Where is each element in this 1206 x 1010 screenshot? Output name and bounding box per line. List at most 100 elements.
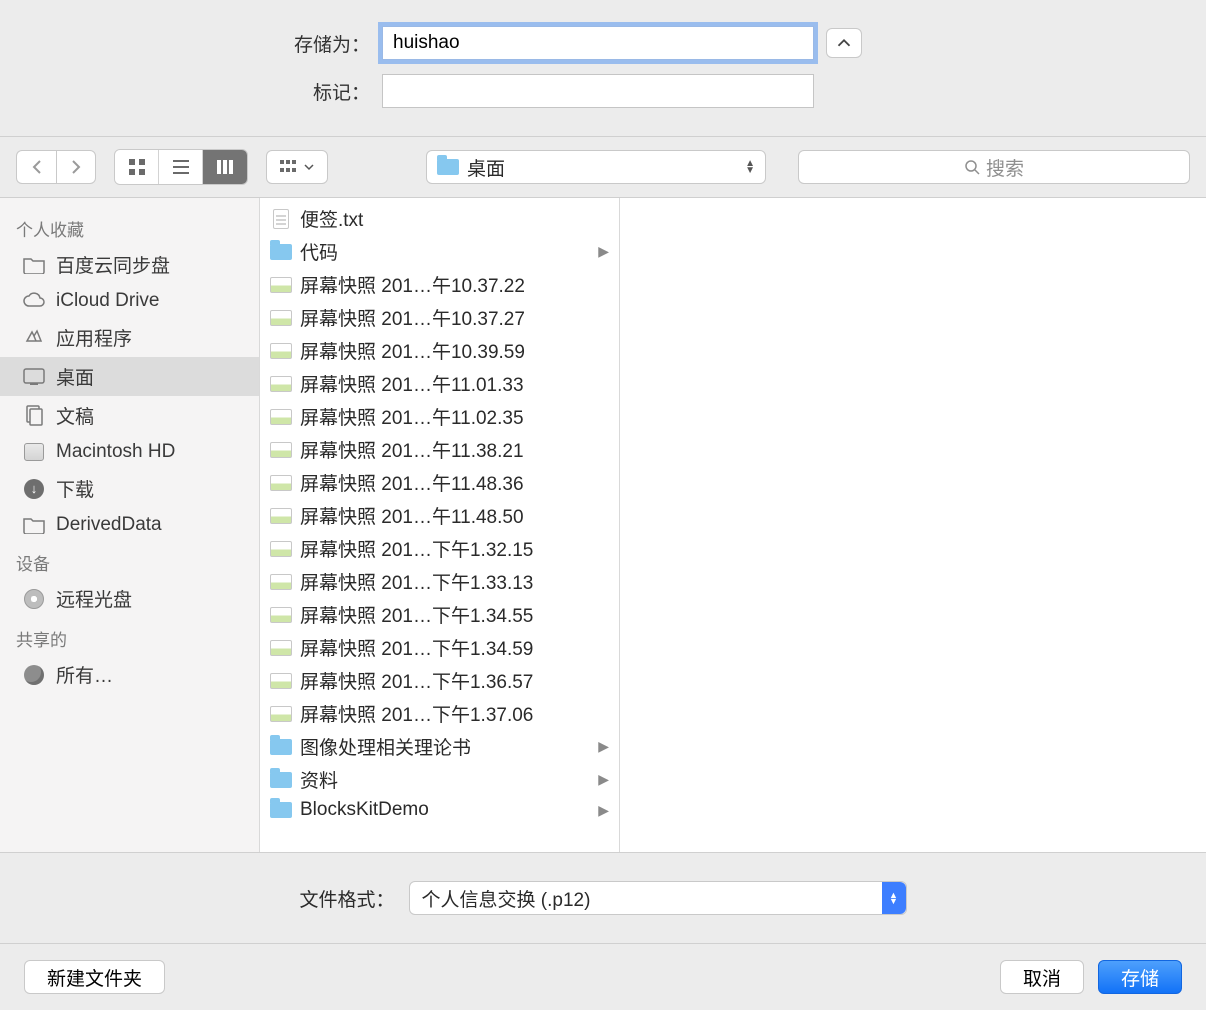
file-row[interactable]: 屏幕快照 201…下午1.33.13 [260, 565, 619, 598]
download-icon: ↓ [22, 479, 46, 499]
file-row[interactable]: 代码 ▶ [260, 235, 619, 268]
back-button[interactable] [16, 150, 56, 184]
chevron-down-icon [304, 163, 314, 171]
sidebar-item[interactable]: iCloud Drive [0, 284, 259, 318]
image-file-icon [270, 406, 292, 428]
sidebar-item[interactable]: 桌面 [0, 357, 259, 396]
file-name: 屏幕快照 201…午11.01.33 [300, 370, 609, 397]
folder-icon [437, 159, 459, 175]
file-name: 屏幕快照 201…下午1.36.57 [300, 667, 609, 694]
chevron-right-icon: ▶ [598, 802, 609, 819]
chevron-left-icon [31, 159, 43, 175]
search-field[interactable]: 搜索 [798, 150, 1190, 184]
format-select[interactable]: 个人信息交换 (.p12) ▲▼ [409, 881, 907, 915]
cancel-button[interactable]: 取消 [1000, 960, 1084, 994]
file-row[interactable]: 屏幕快照 201…午11.48.50 [260, 499, 619, 532]
file-row[interactable]: 屏幕快照 201…午10.37.22 [260, 268, 619, 301]
file-row[interactable]: 屏幕快照 201…午11.01.33 [260, 367, 619, 400]
sidebar-item-label: 应用程序 [56, 324, 132, 351]
file-column-empty [620, 198, 1206, 852]
sidebar-item[interactable]: 应用程序 [0, 318, 259, 357]
file-name: 屏幕快照 201…午10.37.22 [300, 271, 609, 298]
tags-input[interactable] [382, 74, 814, 108]
sidebar: 个人收藏百度云同步盘 iCloud Drive 应用程序桌面文稿 Macintosh … [0, 198, 260, 852]
folder-icon [270, 241, 292, 263]
file-row[interactable]: 屏幕快照 201…午10.39.59 [260, 334, 619, 367]
sidebar-item[interactable]: 百度云同步盘 [0, 245, 259, 284]
file-row[interactable]: 屏幕快照 201…午10.37.27 [260, 301, 619, 334]
sidebar-item[interactable]: Macintosh HD [0, 435, 259, 469]
save-as-input[interactable] [382, 26, 814, 60]
file-name: BlocksKitDemo [300, 799, 590, 821]
format-section: 文件格式： 个人信息交换 (.p12) ▲▼ [0, 852, 1206, 943]
desktop-icon [22, 367, 46, 387]
tags-label: 标记： [0, 78, 370, 105]
file-row[interactable]: 屏幕快照 201…下午1.36.57 [260, 664, 619, 697]
file-row[interactable]: 屏幕快照 201…下午1.34.55 [260, 598, 619, 631]
file-row[interactable]: 屏幕快照 201…午11.48.36 [260, 466, 619, 499]
sidebar-item[interactable]: 远程光盘 [0, 579, 259, 618]
forward-button[interactable] [56, 150, 96, 184]
file-row[interactable]: 屏幕快照 201…下午1.32.15 [260, 532, 619, 565]
new-folder-button[interactable]: 新建文件夹 [24, 960, 165, 994]
sidebar-item[interactable]: 所有… [0, 655, 259, 694]
apps-icon [22, 328, 46, 348]
file-row[interactable]: 屏幕快照 201…午11.02.35 [260, 400, 619, 433]
file-name: 代码 [300, 238, 590, 265]
file-name: 屏幕快照 201…午11.38.21 [300, 436, 609, 463]
image-file-icon [270, 571, 292, 593]
sidebar-item-label: DerivedData [56, 514, 162, 536]
sidebar-item[interactable]: DerivedData [0, 508, 259, 542]
sidebar-item-label: Macintosh HD [56, 441, 175, 463]
file-name: 屏幕快照 201…下午1.33.13 [300, 568, 609, 595]
sidebar-item-label: 百度云同步盘 [56, 251, 170, 278]
collapse-button[interactable] [826, 28, 862, 58]
image-file-icon [270, 307, 292, 329]
folder-icon [270, 799, 292, 821]
file-browser: 个人收藏百度云同步盘 iCloud Drive 应用程序桌面文稿 Macintosh … [0, 198, 1206, 852]
arrange-icon [280, 159, 300, 175]
chevron-right-icon [70, 159, 82, 175]
file-name: 屏幕快照 201…午11.02.35 [300, 403, 609, 430]
save-button[interactable]: 存储 [1098, 960, 1182, 994]
column-view-button[interactable] [203, 150, 247, 184]
sidebar-item-label: 桌面 [56, 363, 94, 390]
sidebar-section-header: 个人收藏 [0, 208, 259, 245]
arrange-button[interactable] [266, 150, 328, 184]
chevron-right-icon: ▶ [598, 243, 609, 260]
sidebar-item[interactable]: ↓下载 [0, 469, 259, 508]
image-file-icon [270, 373, 292, 395]
docs-icon [22, 406, 46, 426]
file-name: 屏幕快照 201…午10.39.59 [300, 337, 609, 364]
image-file-icon [270, 472, 292, 494]
image-file-icon [270, 670, 292, 692]
image-file-icon [270, 637, 292, 659]
disc-icon [22, 589, 46, 609]
image-file-icon [270, 703, 292, 725]
file-row[interactable]: 图像处理相关理论书▶ [260, 730, 619, 763]
file-column: 便签.txt 代码 ▶ 屏幕快照 201…午10.37.22 屏幕快照 201…午10.… [260, 198, 620, 852]
icon-view-button[interactable] [115, 150, 159, 184]
image-file-icon [270, 604, 292, 626]
file-row[interactable]: BlocksKitDemo ▶ [260, 796, 619, 824]
sidebar-item[interactable]: 文稿 [0, 396, 259, 435]
sidebar-item-label: 文稿 [56, 402, 94, 429]
file-row[interactable]: 屏幕快照 201…下午1.34.59 [260, 631, 619, 664]
file-name: 屏幕快照 201…下午1.37.06 [300, 700, 609, 727]
list-view-button[interactable] [159, 150, 203, 184]
location-popup[interactable]: 桌面 ▲▼ [426, 150, 766, 184]
view-mode-group [114, 149, 248, 185]
updown-icon: ▲▼ [745, 160, 755, 174]
image-file-icon [270, 274, 292, 296]
location-label: 桌面 [467, 154, 505, 181]
file-row[interactable]: 便签.txt [260, 202, 619, 235]
image-file-icon [270, 505, 292, 527]
file-row[interactable]: 资料▶ [260, 763, 619, 796]
file-row[interactable]: 屏幕快照 201…午11.38.21 [260, 433, 619, 466]
file-row[interactable]: 屏幕快照 201…下午1.37.06 [260, 697, 619, 730]
cloud-icon [22, 291, 46, 311]
search-placeholder: 搜索 [986, 154, 1024, 181]
folder-icon [22, 255, 46, 275]
format-label: 文件格式： [299, 885, 394, 912]
file-name: 屏幕快照 201…午10.37.27 [300, 304, 609, 331]
